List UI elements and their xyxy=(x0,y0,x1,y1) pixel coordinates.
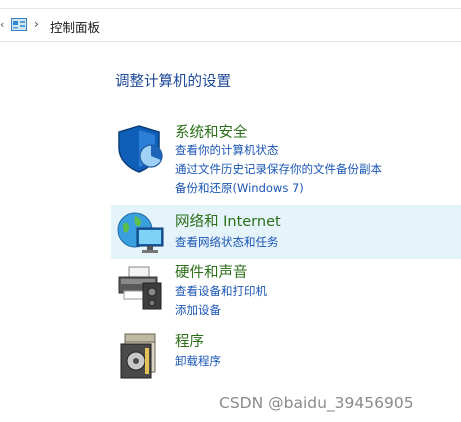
category-system-security: 系统和安全 查看你的计算机状态 通过文件历史记录保存你的文件备份副本 备份和还原… xyxy=(111,118,461,200)
category-programs: 程序 卸载程序 xyxy=(111,328,461,379)
shield-icon xyxy=(118,125,163,173)
category-title-hardware-sound[interactable]: 硬件和声音 xyxy=(175,261,248,282)
link-view-computer-status[interactable]: 查看你的计算机状态 xyxy=(175,142,279,158)
back-chevron-icon[interactable]: ‹ xyxy=(0,18,4,31)
link-file-history-backup[interactable]: 通过文件历史记录保存你的文件备份副本 xyxy=(175,161,382,177)
page-title: 调整计算机的设置 xyxy=(115,74,231,90)
watermark: CSDN @baidu_39456905 xyxy=(219,394,414,412)
category-title-system-security[interactable]: 系统和安全 xyxy=(175,121,248,142)
breadcrumb-separator[interactable]: › xyxy=(34,17,39,31)
link-view-network-status[interactable]: 查看网络状态和任务 xyxy=(175,234,279,250)
category-title-programs[interactable]: 程序 xyxy=(175,330,204,351)
category-hardware-sound: 硬件和声音 查看设备和打印机 添加设备 xyxy=(111,259,461,321)
link-backup-restore-win7[interactable]: 备份和还原(Windows 7) xyxy=(175,180,304,196)
printer-speaker-icon xyxy=(118,266,162,310)
link-view-devices-printers[interactable]: 查看设备和打印机 xyxy=(175,283,267,299)
control-panel-icon xyxy=(11,18,27,31)
link-add-device[interactable]: 添加设备 xyxy=(175,302,221,318)
category-title-network-internet[interactable]: 网络和 Internet xyxy=(175,210,281,231)
programs-icon xyxy=(120,333,156,379)
address-bar[interactable]: ‹ › 控制面板 xyxy=(0,8,461,42)
breadcrumb-control-panel[interactable]: 控制面板 xyxy=(50,17,100,36)
network-globe-icon xyxy=(117,212,164,253)
category-network-internet[interactable]: 网络和 Internet 查看网络状态和任务 xyxy=(111,205,461,259)
link-uninstall-program[interactable]: 卸载程序 xyxy=(175,353,221,369)
